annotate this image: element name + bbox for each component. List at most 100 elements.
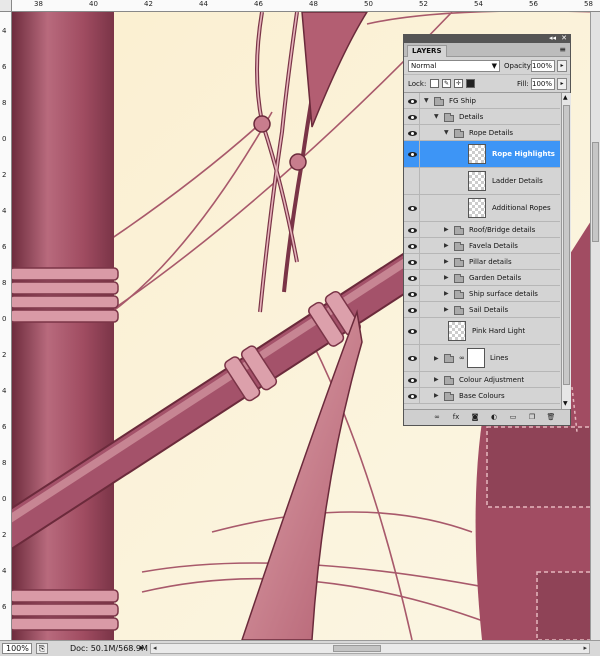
blend-mode-value: Normal	[411, 62, 437, 70]
tab-layers[interactable]: LAYERS	[407, 45, 447, 57]
layers-scrollbar[interactable]: ▲ ▼	[561, 93, 571, 409]
visibility-toggle[interactable]	[404, 125, 420, 140]
scroll-right-icon[interactable]: ▸	[583, 644, 587, 653]
visibility-toggle[interactable]	[404, 270, 420, 285]
scroll-up-icon[interactable]: ▲	[563, 94, 568, 102]
ruler-origin[interactable]	[0, 0, 12, 12]
layer-row[interactable]: Rope Highlights	[404, 141, 560, 168]
layer-row[interactable]: ▼ Rope Details	[404, 125, 560, 141]
fx-icon[interactable]: fx	[451, 413, 461, 422]
layer-row[interactable]: Pink Hard Light	[404, 318, 560, 345]
canvas-vertical-scrollbar[interactable]	[590, 12, 600, 640]
visibility-toggle[interactable]	[404, 372, 420, 387]
visibility-toggle[interactable]	[404, 141, 420, 167]
mask-icon[interactable]: ◙	[470, 413, 480, 422]
expand-triangle-right-icon[interactable]: ▶	[434, 355, 439, 362]
visibility-toggle[interactable]	[404, 388, 420, 403]
expand-triangle-right-icon[interactable]: ▶	[444, 274, 449, 281]
expand-triangle-right-icon[interactable]: ▶	[444, 290, 449, 297]
opacity-field[interactable]: 100%	[531, 60, 555, 72]
scroll-down-icon[interactable]: ▼	[563, 400, 568, 408]
folder-icon[interactable]: ▭	[508, 413, 518, 422]
canvas-vertical-scroll-thumb[interactable]	[592, 142, 599, 242]
lock-position-icon[interactable]: ✛	[454, 79, 463, 88]
link-icon[interactable]: ∞	[432, 413, 442, 422]
layer-row[interactable]: ▶ Sail Details	[404, 302, 560, 318]
fill-slider-arrow-icon[interactable]: ▸	[557, 78, 567, 90]
layer-name: Ship surface details	[469, 289, 538, 298]
close-icon[interactable]: ✕	[561, 34, 567, 42]
canvas-horizontal-scrollbar[interactable]: ◂ ▸	[150, 643, 590, 654]
expand-triangle-down-icon[interactable]: ▼	[434, 113, 439, 120]
horizontal-ruler[interactable]: 38 40 42 44 46 48 50 52 54 56 58	[12, 0, 600, 12]
navigator-icon[interactable]: ⎘	[36, 643, 48, 654]
layer-row[interactable]: ▶ Ship surface details	[404, 286, 560, 302]
expand-triangle-right-icon[interactable]: ▶	[434, 376, 439, 383]
blend-mode-select[interactable]: Normal ▼	[408, 60, 500, 72]
layer-row[interactable]: ▶ Favela Details	[404, 238, 560, 254]
eye-icon	[408, 114, 417, 120]
visibility-toggle[interactable]	[404, 238, 420, 253]
layer-name: Sail Details	[469, 305, 509, 314]
lock-all-icon[interactable]	[466, 79, 475, 88]
layer-row[interactable]: ▶ Base Colours	[404, 388, 560, 404]
folder-icon	[444, 375, 454, 385]
scroll-left-icon[interactable]: ◂	[153, 644, 157, 653]
layer-row[interactable]: ▶ Garden Details	[404, 270, 560, 286]
status-menu-arrow-icon[interactable]: ▸	[140, 643, 144, 652]
expand-triangle-right-icon[interactable]: ▶	[444, 258, 449, 265]
collapse-icon[interactable]: ◂◂	[549, 34, 556, 42]
visibility-toggle[interactable]	[404, 254, 420, 269]
ruler-tick-label: 42	[144, 0, 153, 8]
fill-field[interactable]: 100%	[531, 78, 555, 90]
zoom-field[interactable]: 100%	[2, 643, 32, 654]
ruler-tick-label: 8	[2, 279, 7, 287]
expand-triangle-down-icon[interactable]: ▼	[444, 129, 449, 136]
adjustment-icon[interactable]: ◐	[489, 413, 499, 422]
layer-thumbnail[interactable]	[468, 144, 486, 164]
layer-name: Pillar details	[469, 257, 512, 266]
layer-thumbnail[interactable]	[468, 198, 486, 218]
vertical-ruler[interactable]: 468024680246802468	[0, 12, 12, 640]
layer-row[interactable]: ▼ Details	[404, 109, 560, 125]
expand-triangle-right-icon[interactable]: ▶	[444, 226, 449, 233]
layer-row[interactable]: ▶ Roof/Bridge details	[404, 222, 560, 238]
lock-image-icon[interactable]: ✎	[442, 79, 451, 88]
expand-triangle-down-icon[interactable]: ▼	[424, 97, 429, 104]
layer-row[interactable]: ▶ ∞ Lines	[404, 345, 560, 372]
layer-row[interactable]: ▶ Colour Adjustment	[404, 372, 560, 388]
lock-transparent-icon[interactable]	[430, 79, 439, 88]
expand-triangle-right-icon[interactable]: ▶	[434, 392, 439, 399]
visibility-toggle[interactable]	[404, 109, 420, 124]
visibility-toggle[interactable]	[404, 318, 420, 344]
canvas-horizontal-scroll-thumb[interactable]	[333, 645, 381, 652]
visibility-toggle[interactable]	[404, 302, 420, 317]
opacity-slider-arrow-icon[interactable]: ▸	[557, 60, 567, 72]
visibility-toggle[interactable]	[404, 286, 420, 301]
layer-thumbnail[interactable]	[448, 321, 466, 341]
trash-icon[interactable]: 🗑	[546, 413, 556, 422]
panel-title-bar[interactable]: ◂◂ ✕	[404, 34, 570, 43]
layer-thumbnail[interactable]	[468, 171, 486, 191]
layer-row[interactable]: Ladder Details	[404, 168, 560, 195]
visibility-toggle[interactable]	[404, 195, 420, 221]
visibility-toggle[interactable]	[404, 222, 420, 237]
chevron-down-icon: ▼	[491, 62, 497, 70]
mask-link-icon[interactable]: ∞	[459, 354, 465, 362]
eye-icon	[408, 227, 417, 233]
ruler-tick-label: 0	[2, 315, 7, 323]
layer-row[interactable]: ▼ FG Ship	[404, 93, 560, 109]
expand-triangle-right-icon[interactable]: ▶	[444, 306, 449, 313]
visibility-toggle[interactable]	[404, 345, 420, 371]
visibility-toggle[interactable]	[404, 93, 420, 108]
layers-scroll-thumb[interactable]	[563, 105, 570, 385]
panel-menu-icon[interactable]: ≡	[559, 45, 566, 55]
expand-triangle-right-icon[interactable]: ▶	[444, 242, 449, 249]
layer-row[interactable]: ▶ Pillar details	[404, 254, 560, 270]
layer-row[interactable]: Additional Ropes	[404, 195, 560, 222]
new-layer-icon[interactable]: ❐	[527, 413, 537, 422]
folder-icon	[444, 391, 454, 401]
document-size[interactable]: Doc: 50.1M/568.9M	[70, 643, 148, 655]
visibility-toggle[interactable]	[404, 168, 420, 194]
layer-mask-thumbnail[interactable]	[467, 348, 485, 368]
